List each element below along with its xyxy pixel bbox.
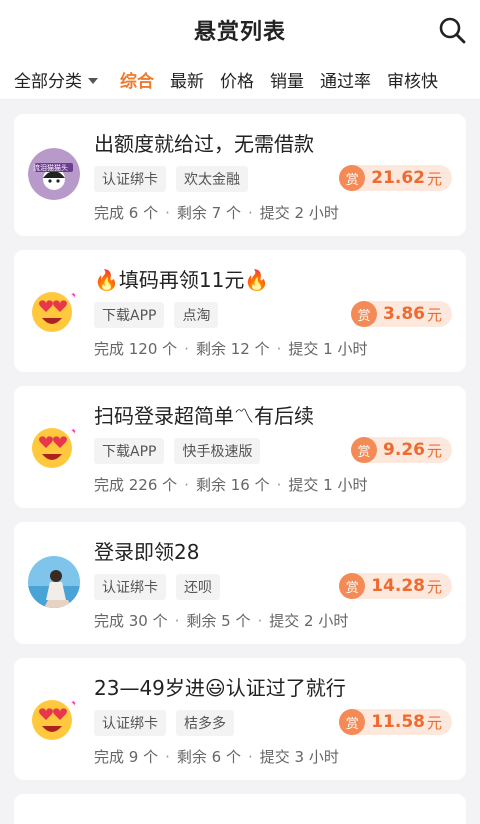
remain-count: 剩余 7 个 <box>176 204 241 222</box>
task-stats: 完成 120 个 · 剩余 12 个 · 提交 1 小时 <box>94 339 368 359</box>
tag-group: 下载APP 点淘 <box>94 302 219 328</box>
reward-badge: 赏 <box>351 437 378 463</box>
reward-amount: 14.28 <box>371 576 425 596</box>
tag-group: 下载APP 快手极速版 <box>94 438 261 464</box>
tab-latest[interactable]: 最新 <box>170 67 204 92</box>
svg-text:✦: ✦ <box>70 290 78 301</box>
task-card[interactable]: 流泪猫猫头 出额度就给过，无需借款 认证绑卡 欢太金融 赏 21.62 元 完成… <box>14 114 466 236</box>
submit-time: 提交 2 小时 <box>269 612 349 630</box>
svg-text:✦: ✦ <box>70 698 78 709</box>
remain-count: 剩余 6 个 <box>176 748 241 766</box>
task-tag: 欢太金融 <box>176 166 248 192</box>
submit-time: 提交 1 小时 <box>288 340 368 358</box>
done-count: 完成 226 个 <box>94 476 178 494</box>
task-tag: 下载APP <box>94 302 165 328</box>
sort-tabs: 综合 最新 价格 销量 通过率 审核快 <box>120 67 438 92</box>
submit-time: 提交 1 小时 <box>288 476 368 494</box>
category-dropdown[interactable]: 全部分类 <box>14 67 98 92</box>
heart-eyes-emoji-icon: ✦ <box>28 692 80 744</box>
reward-pill: 赏 9.26 元 <box>351 437 452 463</box>
task-stats: 完成 226 个 · 剩余 16 个 · 提交 1 小时 <box>94 475 368 495</box>
submit-time: 提交 2 小时 <box>259 204 339 222</box>
reward-pill: 赏 11.58 元 <box>339 709 452 735</box>
tab-fast-review[interactable]: 审核快 <box>387 67 438 92</box>
done-count: 完成 30 个 <box>94 612 168 630</box>
submit-time: 提交 3 小时 <box>259 748 339 766</box>
reward-amount: 21.62 <box>371 168 425 188</box>
reward-pill: 赏 3.86 元 <box>351 301 452 327</box>
task-tag: 认证绑卡 <box>94 710 166 736</box>
remain-count: 剩余 12 个 <box>195 340 270 358</box>
category-label: 全部分类 <box>14 72 82 92</box>
chevron-down-icon <box>88 77 98 84</box>
reward-unit: 元 <box>426 305 442 324</box>
reward-unit: 元 <box>426 169 442 188</box>
task-tag: 桔多多 <box>176 710 234 736</box>
page-title: 悬赏列表 <box>193 20 286 45</box>
done-count: 完成 120 个 <box>94 340 178 358</box>
done-count: 完成 6 个 <box>94 204 159 222</box>
tag-group: 认证绑卡 欢太金融 <box>94 166 248 192</box>
task-title: 扫码登录超简单〽有后续 <box>94 404 314 428</box>
tab-sales[interactable]: 销量 <box>270 67 304 92</box>
reward-unit: 元 <box>426 713 442 732</box>
reward-pill: 赏 14.28 元 <box>339 573 452 599</box>
tab-pass-rate[interactable]: 通过率 <box>320 67 371 92</box>
task-tag: 点淘 <box>174 302 219 328</box>
tab-price[interactable]: 价格 <box>220 67 254 92</box>
task-list: 流泪猫猫头 出额度就给过，无需借款 认证绑卡 欢太金融 赏 21.62 元 完成… <box>0 100 480 824</box>
heart-eyes-emoji-icon: ✦ <box>28 284 80 336</box>
task-card[interactable]: ✦ 扫码登录超简单〽有后续 下载APP 快手极速版 赏 9.26 元 完成 22… <box>14 386 466 508</box>
task-tag: 认证绑卡 <box>94 166 166 192</box>
reward-badge: 赏 <box>339 165 366 191</box>
filter-bar: 全部分类 综合 最新 价格 销量 通过率 审核快 <box>0 60 480 100</box>
done-count: 完成 9 个 <box>94 748 159 766</box>
next-card-partial <box>14 794 466 824</box>
task-tag: 下载APP <box>94 438 165 464</box>
tag-group: 认证绑卡 还呗 <box>94 574 220 600</box>
reward-amount: 9.26 <box>383 440 425 460</box>
task-title: 23—49岁进😃认证过了就行 <box>94 676 346 700</box>
task-stats: 完成 30 个 · 剩余 5 个 · 提交 2 小时 <box>94 611 349 631</box>
remain-count: 剩余 5 个 <box>186 612 251 630</box>
task-card[interactable]: ✦ 23—49岁进😃认证过了就行 认证绑卡 桔多多 赏 11.58 元 完成 9… <box>14 658 466 780</box>
svg-text:✦: ✦ <box>70 426 78 437</box>
avatar: 流泪猫猫头 <box>28 148 80 200</box>
task-tag: 快手极速版 <box>174 438 261 464</box>
avatar-text: 流泪猫猫头 <box>33 164 68 172</box>
tag-group: 认证绑卡 桔多多 <box>94 710 234 736</box>
task-title: 🔥填码再领11元🔥 <box>94 268 270 292</box>
avatar <box>28 556 80 608</box>
reward-badge: 赏 <box>351 301 378 327</box>
remain-count: 剩余 16 个 <box>195 476 270 494</box>
task-tag: 认证绑卡 <box>94 574 166 600</box>
task-title: 出额度就给过，无需借款 <box>94 132 314 156</box>
reward-badge: 赏 <box>339 573 366 599</box>
reward-unit: 元 <box>426 441 442 460</box>
task-stats: 完成 9 个 · 剩余 6 个 · 提交 3 小时 <box>94 747 339 767</box>
task-card[interactable]: 登录即领28 认证绑卡 还呗 赏 14.28 元 完成 30 个 · 剩余 5 个… <box>14 522 466 644</box>
reward-pill: 赏 21.62 元 <box>339 165 452 191</box>
search-icon[interactable] <box>438 16 466 44</box>
reward-badge: 赏 <box>339 709 366 735</box>
tab-comprehensive[interactable]: 综合 <box>120 67 154 92</box>
task-tag: 还呗 <box>176 574 220 600</box>
task-title: 登录即领28 <box>94 540 200 564</box>
top-bar: 悬赏列表 <box>0 0 480 60</box>
heart-eyes-emoji-icon: ✦ <box>28 420 80 472</box>
reward-unit: 元 <box>426 577 442 596</box>
task-stats: 完成 6 个 · 剩余 7 个 · 提交 2 小时 <box>94 203 339 223</box>
reward-amount: 3.86 <box>383 304 425 324</box>
reward-amount: 11.58 <box>371 712 425 732</box>
task-card[interactable]: ✦ 🔥填码再领11元🔥 下载APP 点淘 赏 3.86 元 完成 120 个 · … <box>14 250 466 372</box>
